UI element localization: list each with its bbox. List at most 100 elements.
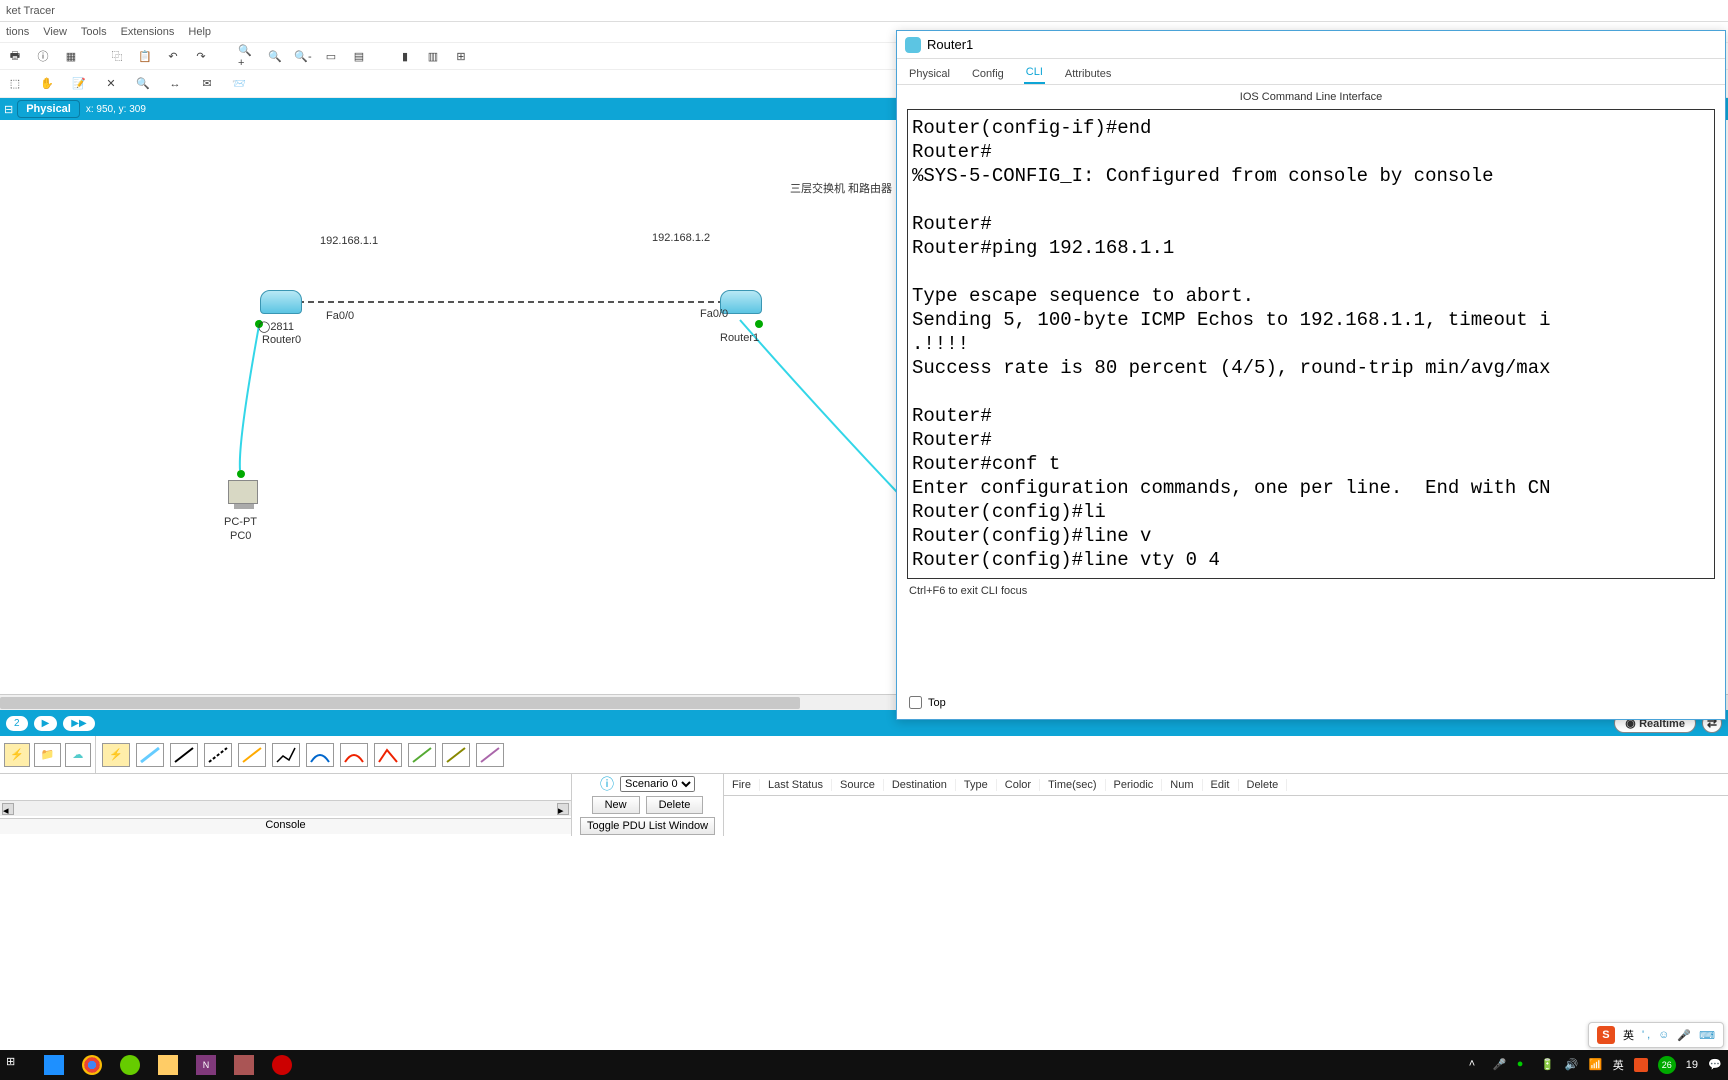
app-icon[interactable] [120, 1055, 140, 1075]
onenote-icon[interactable]: N [196, 1055, 216, 1075]
router0-node[interactable] [260, 290, 302, 314]
toggle-pdu-button[interactable]: Toggle PDU List Window [580, 817, 715, 835]
pc0-node[interactable] [228, 480, 258, 504]
tab-physical[interactable]: Physical [907, 64, 952, 84]
activity-icon[interactable]: ▦ [62, 47, 80, 65]
cli-terminal[interactable]: Router(config-if)#end Router# %SYS-5-CON… [907, 109, 1715, 579]
col-num: Num [1162, 779, 1202, 791]
note-icon[interactable]: 📝 [70, 75, 88, 93]
simulation-icon[interactable]: ▥ [424, 47, 442, 65]
custom-cable-icon[interactable] [476, 743, 504, 767]
serial-dte-icon[interactable] [374, 743, 402, 767]
play-button[interactable]: ▶ [34, 716, 58, 731]
table-icon[interactable]: ⊞ [452, 47, 470, 65]
ime-toolbar[interactable]: S 英 ' , ☺ 🎤 ⌨ [1588, 1022, 1724, 1048]
auto-cable-icon[interactable]: ⚡ [102, 743, 130, 767]
cross-cable-icon[interactable] [204, 743, 232, 767]
inspect-icon[interactable]: 🔍 [134, 75, 152, 93]
zoom-out-icon[interactable]: 🔍- [294, 47, 312, 65]
menu-extensions[interactable]: Extensions [121, 26, 175, 38]
tab-config[interactable]: Config [970, 64, 1006, 84]
scenario-select[interactable]: Scenario 0 [620, 776, 695, 792]
explorer-icon[interactable] [44, 1055, 64, 1075]
new-button[interactable]: New [592, 796, 640, 814]
hand-icon[interactable]: ✋ [38, 75, 56, 93]
console-cable-icon[interactable] [136, 743, 164, 767]
taskview-icon[interactable]: ⊞ [6, 1055, 26, 1075]
zoom-in-icon[interactable]: 🔍+ [238, 47, 256, 65]
undo-icon[interactable]: ↶ [164, 47, 182, 65]
tray-lang[interactable]: 英 [1613, 1057, 1624, 1073]
lightning-tool-icon[interactable]: ⚡ [4, 743, 30, 767]
scroll-right-icon[interactable]: ▸ [557, 803, 569, 815]
wechat-tray-icon[interactable]: ● [1517, 1058, 1531, 1072]
tray-time: 19 [1686, 1059, 1698, 1071]
wifi-icon[interactable]: 📶 [1589, 1058, 1603, 1072]
phone-cable-icon[interactable] [272, 743, 300, 767]
menu-help[interactable]: Help [188, 26, 211, 38]
drawing-icon[interactable]: ▭ [322, 47, 340, 65]
col-fire: Fire [724, 779, 760, 791]
octal-cable-icon[interactable] [408, 743, 436, 767]
delete-button[interactable]: Delete [646, 796, 704, 814]
console-scrollbar[interactable]: ◂ ▸ [0, 800, 571, 816]
tray-badge[interactable]: 26 [1658, 1056, 1676, 1074]
print-icon[interactable]: 🖶 [6, 47, 24, 65]
topology-text: 三层交换机 和路由器 [790, 180, 892, 196]
volume-icon[interactable]: 🔊 [1565, 1058, 1579, 1072]
scenario-info-icon[interactable]: ⓘ [600, 774, 614, 794]
device-icon[interactable]: ▮ [396, 47, 414, 65]
folder-icon[interactable] [158, 1055, 178, 1075]
mic-tray-icon[interactable]: 🎤 [1493, 1058, 1507, 1072]
tab-attributes[interactable]: Attributes [1063, 64, 1113, 84]
redo-icon[interactable]: ↷ [192, 47, 210, 65]
pdu-complex-icon[interactable]: 📨 [230, 75, 248, 93]
record-icon[interactable] [272, 1055, 292, 1075]
serial-dce-icon[interactable] [340, 743, 368, 767]
info-icon[interactable]: ⓘ [34, 47, 52, 65]
fast-forward-button[interactable]: ▶▶ [63, 716, 94, 731]
palette-category[interactable]: ⚡ 📁 ☁ [0, 736, 96, 773]
top-checkbox[interactable] [909, 696, 922, 709]
router-icon [260, 290, 302, 314]
ime-punct[interactable]: ' , [1642, 1029, 1650, 1041]
pdu-simple-icon[interactable]: ✉ [198, 75, 216, 93]
tab-cli[interactable]: CLI [1024, 62, 1045, 84]
taskbar[interactable]: ⊞ N ˄ 🎤 ● 🔋 🔊 📶 英 26 19 💬 [0, 1050, 1728, 1080]
straight-cable-icon[interactable] [170, 743, 198, 767]
cable-palette[interactable]: ⚡ [96, 743, 1728, 767]
app2-icon[interactable] [234, 1055, 254, 1075]
zoom-reset-icon[interactable]: 🔍 [266, 47, 284, 65]
notifications-icon[interactable]: 💬 [1708, 1058, 1722, 1072]
usb-cable-icon[interactable] [442, 743, 470, 767]
menu-view[interactable]: View [43, 26, 67, 38]
scrollbar-thumb[interactable] [0, 697, 800, 709]
sogou-tray-icon[interactable] [1634, 1058, 1648, 1072]
router1-window[interactable]: Router1 Physical Config CLI Attributes I… [896, 30, 1726, 720]
scroll-left-icon[interactable]: ◂ [2, 803, 14, 815]
ime-lang[interactable]: 英 [1623, 1027, 1634, 1043]
port-status-icon [237, 470, 245, 478]
coax-cable-icon[interactable] [306, 743, 334, 767]
fiber-cable-icon[interactable] [238, 743, 266, 767]
sogou-logo-icon: S [1597, 1026, 1615, 1044]
copy-icon[interactable]: ⿻ [108, 47, 126, 65]
folder-icon[interactable]: 📁 [34, 743, 60, 767]
select-icon[interactable]: ⬚ [6, 75, 24, 93]
palette-icon[interactable]: ▤ [350, 47, 368, 65]
menu-options[interactable]: tions [6, 26, 29, 38]
ime-mic-icon[interactable]: 🎤 [1677, 1029, 1691, 1042]
paste-icon[interactable]: 📋 [136, 47, 154, 65]
chrome-icon[interactable] [82, 1055, 102, 1075]
delete-icon[interactable]: ✕ [102, 75, 120, 93]
link-router0-pc0[interactable] [240, 320, 260, 470]
cli-titlebar[interactable]: Router1 [897, 31, 1725, 59]
tray-up-icon[interactable]: ˄ [1469, 1058, 1483, 1072]
menu-tools[interactable]: Tools [81, 26, 107, 38]
cloud-icon[interactable]: ☁ [65, 743, 91, 767]
physical-tab[interactable]: Physical [17, 100, 80, 118]
battery-icon[interactable]: 🔋 [1541, 1058, 1555, 1072]
resize-icon[interactable]: ↔ [166, 75, 184, 93]
ime-emoji-icon[interactable]: ☺ [1658, 1029, 1669, 1041]
ime-keyboard-icon[interactable]: ⌨ [1699, 1029, 1715, 1042]
